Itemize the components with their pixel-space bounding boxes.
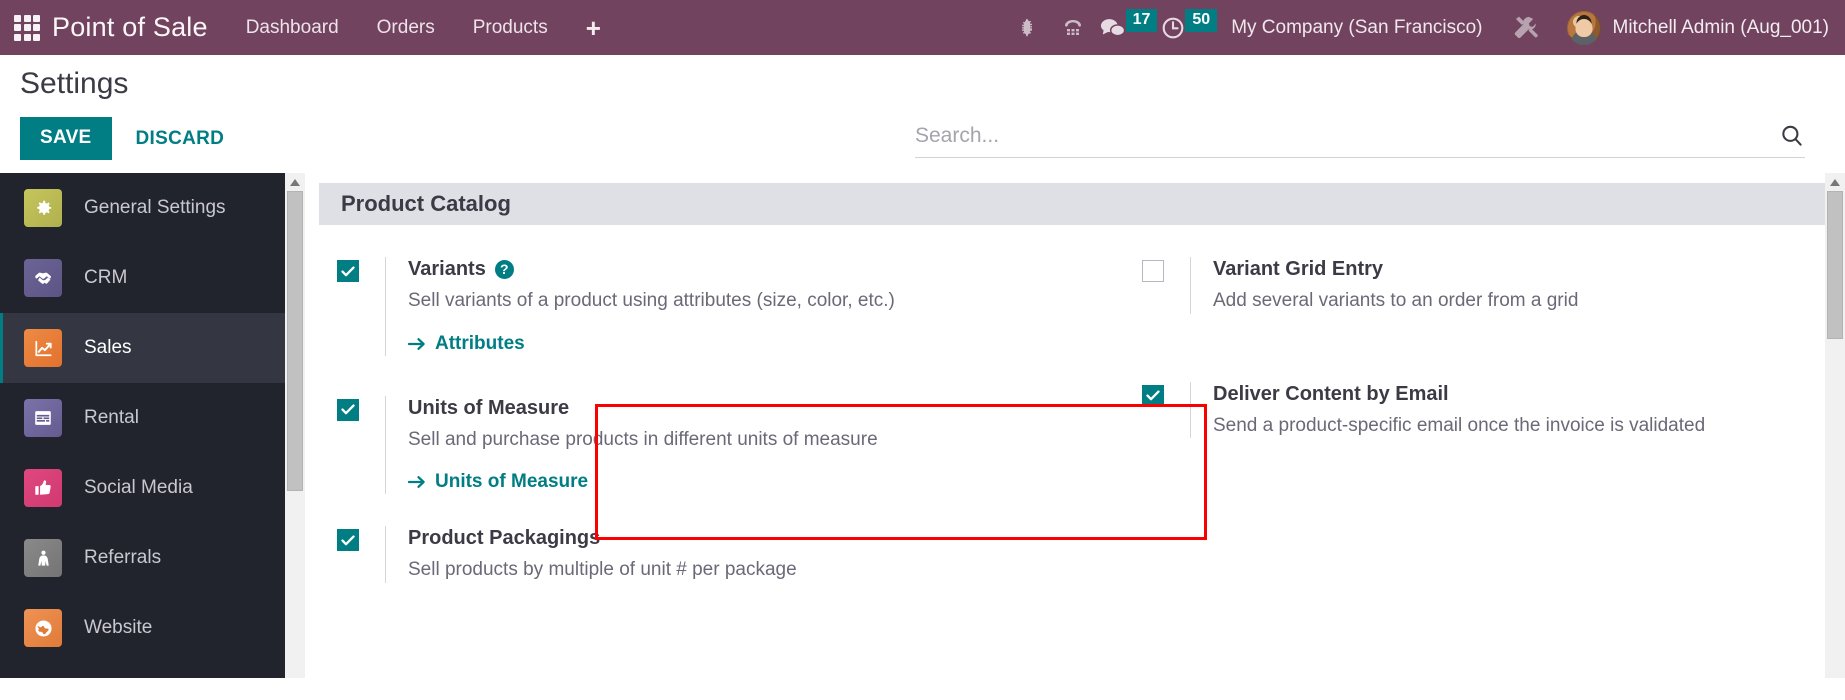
main-scrollbar[interactable]	[1825, 173, 1845, 678]
scroll-up-arrow-icon[interactable]	[1825, 173, 1845, 191]
settings-body: General Settings CRM Sales Rental Social	[0, 173, 1845, 678]
nav-item-dashboard[interactable]: Dashboard	[246, 17, 339, 39]
apps-grid-icon[interactable]	[14, 14, 40, 41]
search-icon[interactable]	[1779, 123, 1805, 149]
user-menu[interactable]: Mitchell Admin (Aug_001)	[1613, 17, 1830, 39]
activities-clock-icon[interactable]	[1157, 0, 1189, 55]
setting-label: Deliver Content by Email	[1213, 382, 1449, 405]
sidebar-item-label: Social Media	[84, 477, 193, 498]
app-brand-title[interactable]: Point of Sale	[52, 12, 208, 43]
gear-icon	[24, 189, 62, 227]
control-panel: Settings SAVE DISCARD	[0, 55, 1845, 173]
search-bar	[915, 123, 1805, 158]
setting-description: Sell and purchase products in different …	[408, 428, 878, 450]
sidebar-item-referrals[interactable]: Referrals	[0, 523, 305, 593]
settings-main-panel: Product Catalog Variants ? Sell variants…	[305, 173, 1845, 678]
setting-description: Send a product-specific email once the i…	[1213, 414, 1706, 436]
globe-icon	[24, 609, 62, 647]
page-title: Settings	[20, 67, 129, 100]
setting-label: Units of Measure	[408, 396, 570, 419]
nav-item-orders[interactable]: Orders	[377, 17, 435, 39]
save-button[interactable]: SAVE	[20, 117, 112, 160]
bug-icon[interactable]	[1004, 0, 1050, 55]
units-of-measure-link[interactable]: Units of Measure	[408, 471, 588, 493]
help-icon[interactable]: ?	[494, 260, 514, 279]
sidebar-item-sales[interactable]: Sales	[0, 313, 305, 383]
link-label: Attributes	[435, 332, 525, 354]
add-menu-icon[interactable]: +	[586, 15, 601, 41]
sidebar-item-crm[interactable]: CRM	[0, 243, 305, 313]
setting-label: Variant Grid Entry	[1213, 258, 1384, 280]
settings-column-left: Variants ? Sell variants of a product us…	[319, 243, 1072, 593]
sidebar-item-label: Website	[84, 617, 153, 638]
scroll-up-arrow-icon[interactable]	[285, 173, 305, 191]
sidebar-item-label: CRM	[84, 267, 128, 288]
attributes-link[interactable]: Attributes	[408, 333, 525, 355]
setting-deliver-content-by-email: Deliver Content by Email Send a product-…	[1124, 324, 1825, 449]
main-scrollbar-thumb[interactable]	[1827, 191, 1843, 339]
link-label: Units of Measure	[435, 471, 589, 493]
messages-count-badge[interactable]: 17	[1125, 9, 1158, 32]
company-switcher[interactable]: My Company (San Francisco)	[1231, 17, 1482, 39]
setting-description: Sell products by multiple of unit # per …	[408, 559, 797, 581]
navbar-right-tools: 17 50 My Company (San Francisco) Mitchel…	[1004, 0, 1845, 55]
sidebar-item-label: Referrals	[84, 547, 162, 568]
sidebar-item-label: General Settings	[84, 197, 226, 218]
section-title: Product Catalog	[341, 191, 511, 216]
messages-icon[interactable]	[1096, 0, 1130, 55]
calendar-icon	[24, 399, 62, 437]
sidebar-scrollbar-thumb[interactable]	[287, 191, 303, 491]
chart-line-icon	[24, 329, 62, 367]
setting-units-of-measure: Units of Measure Sell and purchase produ…	[319, 366, 1072, 505]
top-navbar: Point of Sale Dashboard Orders Products …	[0, 0, 1845, 55]
sidebar-item-website[interactable]: Website	[0, 593, 305, 663]
setting-description: Sell variants of a product using attribu…	[408, 290, 895, 311]
sidebar-item-general-settings[interactable]: General Settings	[0, 173, 305, 243]
sidebar-item-rental[interactable]: Rental	[0, 383, 305, 453]
variant-grid-entry-checkbox[interactable]	[1142, 260, 1164, 282]
deliver-content-by-email-checkbox[interactable]	[1142, 384, 1164, 407]
setting-description: Add several variants to an order from a …	[1213, 290, 1579, 311]
setting-product-packagings: Product Packagings Sell products by mult…	[319, 504, 1072, 593]
sidebar-item-label: Rental	[84, 407, 139, 428]
setting-variants: Variants ? Sell variants of a product us…	[319, 243, 1072, 366]
section-header-product-catalog: Product Catalog	[319, 183, 1825, 225]
avatar[interactable]	[1566, 10, 1601, 45]
person-icon	[24, 539, 62, 577]
sidebar-item-label: Sales	[84, 337, 132, 358]
tools-icon[interactable]	[1503, 0, 1549, 55]
search-input[interactable]	[915, 124, 1779, 148]
setting-label: Product Packagings	[408, 527, 601, 550]
settings-column-right: Variant Grid Entry Add several variants …	[1072, 243, 1825, 593]
product-packagings-checkbox[interactable]	[337, 529, 359, 552]
handshake-icon	[24, 259, 62, 297]
setting-variant-grid-entry: Variant Grid Entry Add several variants …	[1124, 243, 1825, 324]
settings-grid: Variants ? Sell variants of a product us…	[305, 225, 1845, 593]
navbar-menu: Dashboard Orders Products +	[246, 15, 601, 41]
discard-button[interactable]: DISCARD	[136, 128, 225, 150]
nav-item-products[interactable]: Products	[473, 17, 548, 39]
activities-count-badge[interactable]: 50	[1185, 9, 1218, 32]
dialpad-icon[interactable]	[1050, 0, 1096, 55]
action-buttons: SAVE DISCARD	[20, 117, 224, 160]
sidebar-item-social-media[interactable]: Social Media	[0, 453, 305, 523]
sidebar-scrollbar[interactable]	[285, 173, 305, 678]
variants-checkbox[interactable]	[337, 260, 359, 282]
thumbs-up-icon	[24, 469, 62, 507]
setting-label: Variants	[408, 258, 486, 280]
settings-sidebar: General Settings CRM Sales Rental Social	[0, 173, 305, 678]
units-of-measure-checkbox[interactable]	[337, 398, 359, 421]
